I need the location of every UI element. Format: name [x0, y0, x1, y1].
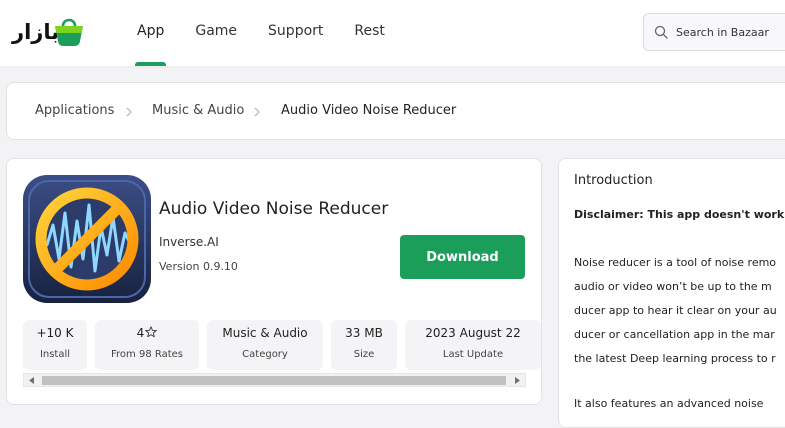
chevron-right-icon: [126, 107, 132, 117]
disclaimer-text: Disclaimer: This app doesn't work w: [574, 208, 785, 221]
app-info-card: Audio Video Noise Reducer Inverse.AI Ver…: [6, 158, 542, 405]
shopping-bag-icon: [55, 18, 83, 46]
stat-size: 33 MB Size: [331, 320, 397, 370]
download-button[interactable]: Download: [400, 235, 525, 279]
stat-value: 2023 August 22: [425, 326, 521, 340]
horizontal-scrollbar[interactable]: [23, 373, 526, 387]
stat-last-update: 2023 August 22 Last Update: [405, 320, 541, 370]
stat-label: Size: [353, 349, 375, 360]
nav-item-rest[interactable]: Rest: [352, 0, 387, 66]
stat-label: Install: [39, 349, 71, 360]
stat-label: Category: [242, 349, 288, 360]
star-icon: [145, 326, 158, 338]
top-header: بازار App Game Support Rest: [0, 0, 785, 66]
stat-rating: 4 From 98 Rates: [95, 320, 199, 370]
introduction-title: Introduction: [574, 173, 653, 188]
main-nav: App Game Support Rest: [135, 0, 414, 66]
app-version: Version 0.9.10: [159, 260, 238, 273]
chevron-right-icon: [254, 107, 260, 117]
description-line: audio or video won’t be up to the m: [574, 280, 772, 293]
active-tab-indicator: [135, 62, 167, 66]
scroll-left-arrow-icon[interactable]: [29, 377, 35, 384]
breadcrumb: Applications Music & Audio Audio Video N…: [6, 82, 785, 140]
scrollbar-thumb[interactable]: [42, 376, 506, 385]
search-input[interactable]: [676, 14, 785, 50]
description-line: It also features an advanced noise: [574, 397, 764, 410]
stat-installs: +10 K Install: [23, 320, 87, 370]
breadcrumb-applications[interactable]: Applications: [35, 83, 114, 139]
developer-link[interactable]: Inverse.AI: [159, 235, 219, 249]
description-line: Noise reducer is a tool of noise remo: [574, 256, 777, 269]
nav-label: Support: [268, 23, 324, 39]
stat-value: 33 MB: [345, 326, 383, 340]
stat-value: Music & Audio: [222, 326, 308, 340]
nav-label: Game: [195, 23, 238, 39]
stat-category[interactable]: Music & Audio Category: [207, 320, 323, 370]
noise-reducer-app-icon: [23, 175, 151, 303]
description-line: ducer app to hear it clear on your au: [574, 304, 777, 317]
scroll-right-arrow-icon[interactable]: [514, 377, 520, 384]
nav-item-game[interactable]: Game: [193, 0, 239, 66]
breadcrumb-music-audio[interactable]: Music & Audio: [152, 83, 244, 139]
description-line: ducer or cancellation app in the mar: [574, 328, 775, 341]
nav-label: App: [137, 23, 165, 39]
nav-item-support[interactable]: Support: [266, 0, 325, 66]
search-icon: [654, 25, 668, 39]
description-line: the latest Deep learning process to r: [574, 352, 776, 365]
stat-label: From 98 Rates: [111, 349, 183, 360]
nav-label: Rest: [354, 23, 385, 39]
stat-label: Last Update: [442, 349, 504, 360]
introduction-panel: Introduction Disclaimer: This app doesn'…: [558, 158, 785, 428]
search-box[interactable]: [643, 13, 785, 51]
bazaar-logo[interactable]: بازار: [12, 14, 86, 50]
app-title: Audio Video Noise Reducer: [159, 199, 389, 219]
rating-value: 4: [136, 326, 145, 340]
stat-value: +10 K: [36, 326, 74, 340]
stat-value-wrapper: 4: [95, 325, 199, 341]
nav-item-app[interactable]: App: [135, 0, 167, 66]
breadcrumb-current: Audio Video Noise Reducer: [281, 103, 457, 118]
